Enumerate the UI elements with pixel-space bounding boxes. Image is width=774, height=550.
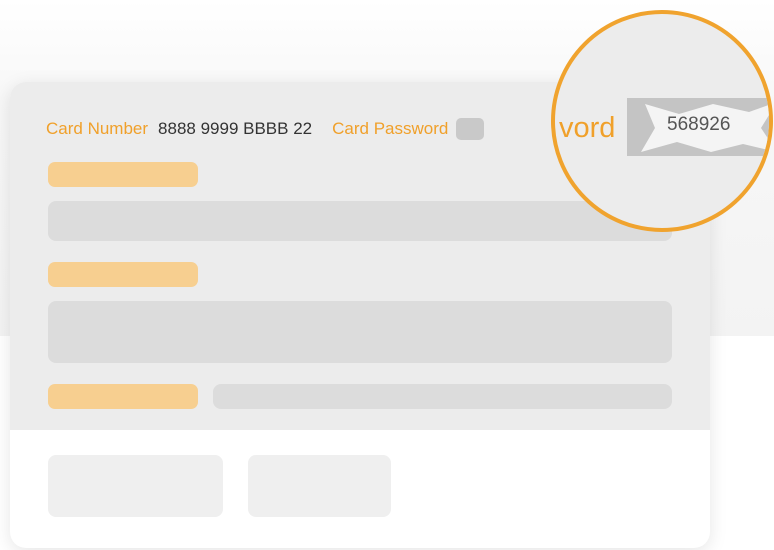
- placeholder-field-3[interactable]: [213, 384, 672, 409]
- magnified-password-box: 568926: [627, 98, 769, 156]
- placeholder-field-1[interactable]: [48, 201, 672, 241]
- placeholder-label-2: [48, 262, 198, 287]
- magnified-password-label: vord: [559, 112, 616, 144]
- placeholder-button-1[interactable]: [48, 455, 223, 517]
- card-number-value: 8888 9999 BBBB 22: [158, 119, 313, 138]
- password-reveal-toggle[interactable]: [456, 118, 485, 140]
- placeholder-field-2[interactable]: [48, 301, 672, 363]
- placeholder-label-3: [48, 384, 198, 409]
- card-info-line: Card Number 8888 9999 BBBB 22 Card Passw…: [46, 118, 485, 140]
- card-number-label: Card Number: [46, 119, 149, 138]
- placeholder-label-1: [48, 162, 198, 187]
- revealed-password-value: 568926: [667, 114, 731, 135]
- magnifier-lens: vord 568926: [551, 10, 773, 232]
- placeholder-button-2[interactable]: [248, 455, 391, 517]
- card-password-label: Card Password: [332, 119, 449, 138]
